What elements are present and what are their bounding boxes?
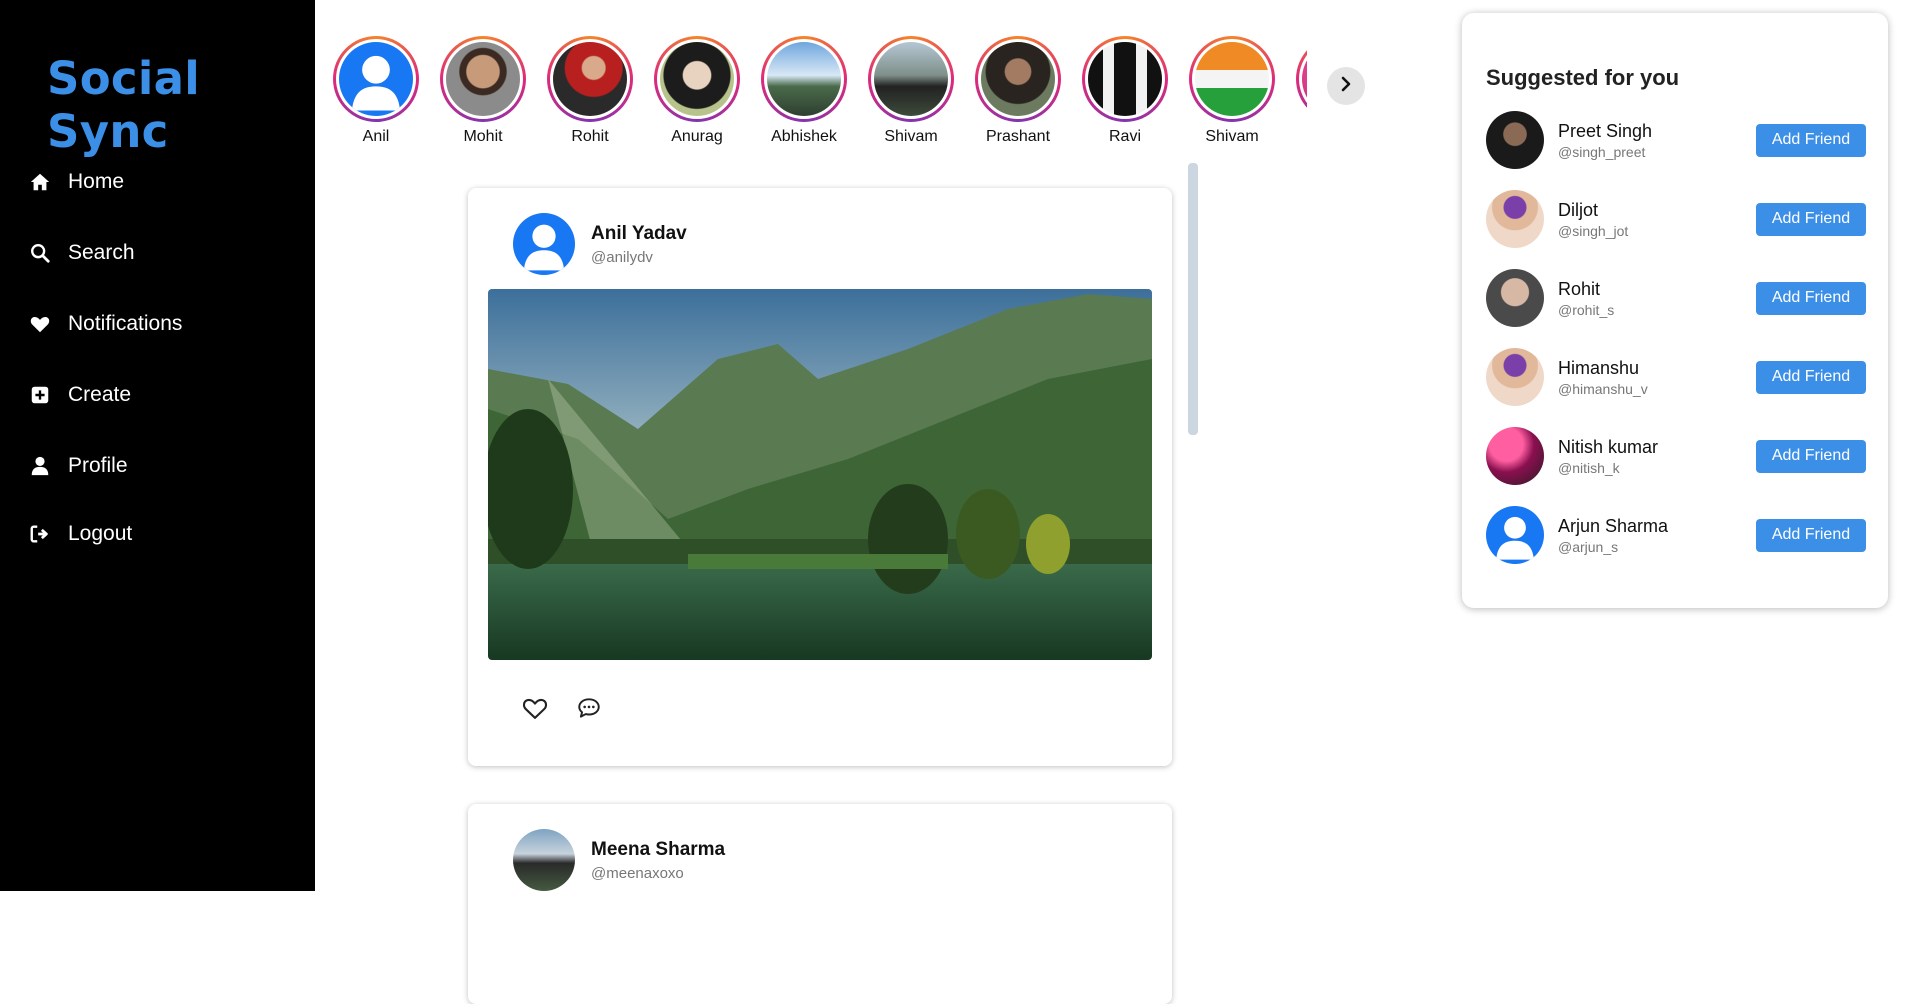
post-card: Anil Yadav @anilydv xyxy=(468,188,1172,766)
nav-item-profile[interactable]: Profile xyxy=(28,446,128,486)
avatar xyxy=(1302,42,1307,116)
nav-item-logout[interactable]: Logout xyxy=(28,514,132,554)
nav-item-create[interactable]: Create xyxy=(28,375,131,415)
suggestion-row: Arjun Sharma @arjun_s Add Friend xyxy=(1486,505,1866,565)
suggestions-title: Suggested for you xyxy=(1486,65,1680,90)
avatar xyxy=(660,42,734,116)
story-item[interactable]: Anurag xyxy=(654,36,740,146)
post-header: Meena Sharma @meenaxoxo xyxy=(513,829,725,891)
add-friend-button[interactable]: Add Friend xyxy=(1756,281,1866,315)
nav-label: Notifications xyxy=(68,312,183,335)
avatar xyxy=(446,42,520,116)
avatar[interactable] xyxy=(1486,427,1544,485)
like-icon[interactable] xyxy=(520,693,550,723)
search-icon xyxy=(28,241,52,265)
suggestion-row: Rohit @rohit_s Add Friend xyxy=(1486,268,1866,328)
story-item[interactable]: Ravi xyxy=(1082,36,1168,146)
plus-square-icon xyxy=(28,383,52,407)
story-item[interactable]: Shivam xyxy=(1189,36,1275,146)
story-item[interactable]: Mohit xyxy=(440,36,526,146)
avatar[interactable] xyxy=(1486,190,1544,248)
add-friend-button[interactable]: Add Friend xyxy=(1756,360,1866,394)
avatar xyxy=(874,42,948,116)
nav-item-notifications[interactable]: Notifications xyxy=(28,304,182,344)
user-icon xyxy=(28,454,52,478)
avatar[interactable] xyxy=(1486,269,1544,327)
avatar xyxy=(767,42,841,116)
nav-label: Search xyxy=(68,241,135,264)
sidebar: Social Sync Home Search Notifications Cr… xyxy=(0,0,315,891)
suggestion-handle: @himanshu_v xyxy=(1558,380,1648,397)
post-image xyxy=(488,289,1152,660)
suggestion-handle: @arjun_s xyxy=(1558,538,1619,555)
nav-item-home[interactable]: Home xyxy=(28,162,124,202)
app-brand: Social Sync xyxy=(47,52,201,158)
story-name: Ravi xyxy=(1108,128,1141,145)
suggestion-row: Nitish kumar @nitish_k Add Friend xyxy=(1486,426,1866,486)
avatar[interactable] xyxy=(513,213,575,275)
suggestions-panel: Suggested for you Preet Singh @singh_pre… xyxy=(1462,13,1888,608)
post-card: Meena Sharma @meenaxoxo xyxy=(468,804,1172,1004)
suggestion-row: Diljot @singh_jot Add Friend xyxy=(1486,189,1866,249)
nav-label: Home xyxy=(68,170,125,193)
feed-scrollbar[interactable] xyxy=(1188,163,1198,435)
avatar[interactable] xyxy=(1486,506,1544,564)
avatar[interactable] xyxy=(1486,348,1544,406)
stories-strip: Anil Mohit Rohit Anurag Abhishek Shivam xyxy=(333,36,1307,154)
avatar[interactable] xyxy=(513,829,575,891)
story-name: Abhishek xyxy=(771,128,837,145)
story-item[interactable]: Rohit xyxy=(547,36,633,146)
post-author-handle: @meenaxoxo xyxy=(591,864,684,882)
avatar xyxy=(1088,42,1162,116)
nav-label: Create xyxy=(68,383,132,406)
add-friend-button[interactable]: Add Friend xyxy=(1756,518,1866,552)
story-name: Anil xyxy=(362,128,390,145)
add-friend-button[interactable]: Add Friend xyxy=(1756,202,1866,236)
nav-label: Profile xyxy=(68,454,128,477)
heart-icon xyxy=(28,312,52,336)
suggestion-handle: @rohit_s xyxy=(1558,301,1615,318)
story-name: Rohit xyxy=(571,128,609,145)
post-author-handle: @anilydv xyxy=(591,248,653,266)
suggestion-name[interactable]: Nitish kumar xyxy=(1558,437,1756,458)
story-name: Prashant xyxy=(985,128,1051,145)
avatar xyxy=(553,42,627,116)
story-item[interactable]: Abhishek xyxy=(761,36,847,146)
suggestion-name[interactable]: Rohit xyxy=(1558,279,1756,300)
story-item[interactable]: Prashant xyxy=(975,36,1061,146)
add-friend-button[interactable]: Add Friend xyxy=(1756,439,1866,473)
post-header: Anil Yadav @anilydv xyxy=(513,213,687,275)
post-author-name[interactable]: Anil Yadav xyxy=(591,223,687,245)
suggestion-handle: @nitish_k xyxy=(1558,459,1620,476)
suggestion-handle: @singh_jot xyxy=(1558,222,1629,239)
suggestion-name[interactable]: Himanshu xyxy=(1558,358,1756,379)
suggestion-name[interactable]: Arjun Sharma xyxy=(1558,516,1756,537)
post-author-name[interactable]: Meena Sharma xyxy=(591,839,725,861)
nav-label: Logout xyxy=(68,522,133,545)
story-name: Shivam xyxy=(1205,128,1259,145)
logout-icon xyxy=(28,522,52,546)
suggestion-name[interactable]: Diljot xyxy=(1558,200,1756,221)
post-actions xyxy=(520,693,628,723)
avatar xyxy=(981,42,1055,116)
avatar[interactable] xyxy=(1486,111,1544,169)
suggestion-name[interactable]: Preet Singh xyxy=(1558,121,1756,142)
suggestion-row: Himanshu @himanshu_v Add Friend xyxy=(1486,347,1866,407)
suggestion-handle: @singh_preet xyxy=(1558,143,1646,160)
story-name: Mohit xyxy=(463,128,503,145)
stories-next-button[interactable] xyxy=(1327,67,1365,105)
story-item[interactable] xyxy=(1296,36,1307,122)
story-name: Anurag xyxy=(671,128,723,145)
avatar xyxy=(1195,42,1269,116)
story-item[interactable]: Anil xyxy=(333,36,419,146)
comment-icon[interactable] xyxy=(574,693,604,723)
chevron-right-icon xyxy=(1338,76,1354,97)
story-name: Shivam xyxy=(884,128,938,145)
add-friend-button[interactable]: Add Friend xyxy=(1756,123,1866,157)
story-item[interactable]: Shivam xyxy=(868,36,954,146)
suggestion-row: Preet Singh @singh_preet Add Friend xyxy=(1486,110,1866,170)
home-icon xyxy=(28,170,52,194)
nav-item-search[interactable]: Search xyxy=(28,233,135,273)
avatar xyxy=(339,42,413,116)
